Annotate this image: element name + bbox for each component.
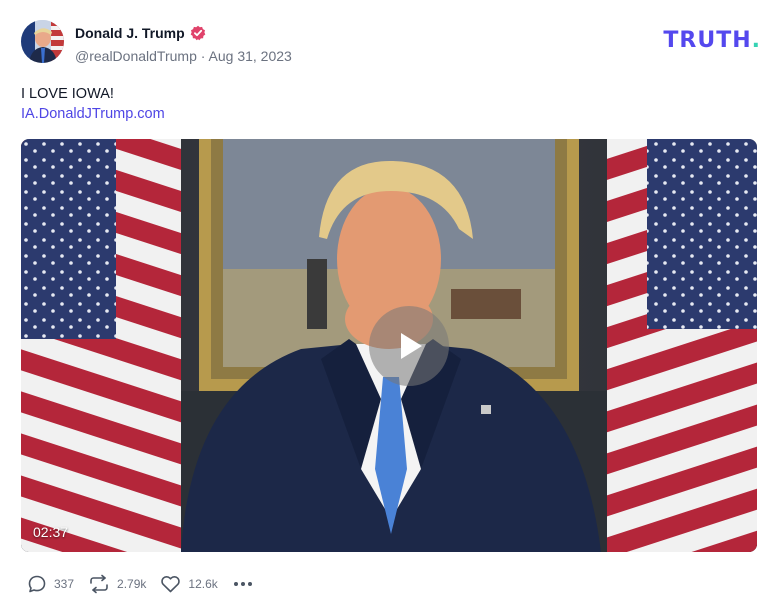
repost-arrows-icon — [90, 574, 108, 594]
like-button[interactable]: 12.6k — [160, 574, 218, 594]
post-header: Donald J. Trump @realDonaldTrump · Aug 3… — [21, 20, 761, 66]
heart-icon — [161, 576, 181, 593]
avatar-image — [21, 20, 64, 63]
video-player[interactable]: 02:37 — [21, 139, 757, 552]
truth-logo[interactable]: TRUTH. — [663, 28, 761, 53]
video-duration: 02:37 — [33, 524, 69, 540]
avatar[interactable] — [21, 20, 64, 63]
reply-count: 337 — [54, 577, 75, 591]
author-handle[interactable]: @realDonaldTrump — [75, 48, 197, 64]
ellipsis-icon — [233, 582, 238, 586]
like-count: 12.6k — [188, 577, 218, 591]
post-content: I LOVE IOWA! IA.DonaldJTrump.com — [21, 84, 165, 124]
truth-logo-dot: . — [751, 28, 761, 53]
post-actions: 337 2.79k 12.6k — [27, 572, 254, 596]
speech-bubble-icon — [28, 575, 46, 593]
meta-separator: · — [200, 48, 209, 64]
retruth-count: 2.79k — [117, 577, 147, 591]
post-text: I LOVE IOWA! — [21, 86, 114, 102]
post-date[interactable]: Aug 31, 2023 — [209, 48, 292, 64]
post-link[interactable]: IA.DonaldJTrump.com — [21, 104, 165, 124]
verified-badge-icon — [190, 25, 206, 41]
author-name[interactable]: Donald J. Trump — [75, 25, 185, 41]
play-icon — [401, 333, 422, 359]
author-block: Donald J. Trump @realDonaldTrump · Aug 3… — [75, 24, 292, 64]
play-button[interactable] — [369, 306, 449, 386]
truth-logo-text: TRUTH — [663, 28, 752, 53]
retruth-button[interactable]: 2.79k — [88, 574, 146, 594]
post-meta: @realDonaldTrump · Aug 31, 2023 — [75, 48, 292, 64]
reply-button[interactable]: 337 — [27, 574, 74, 594]
more-options-button[interactable] — [232, 578, 254, 590]
